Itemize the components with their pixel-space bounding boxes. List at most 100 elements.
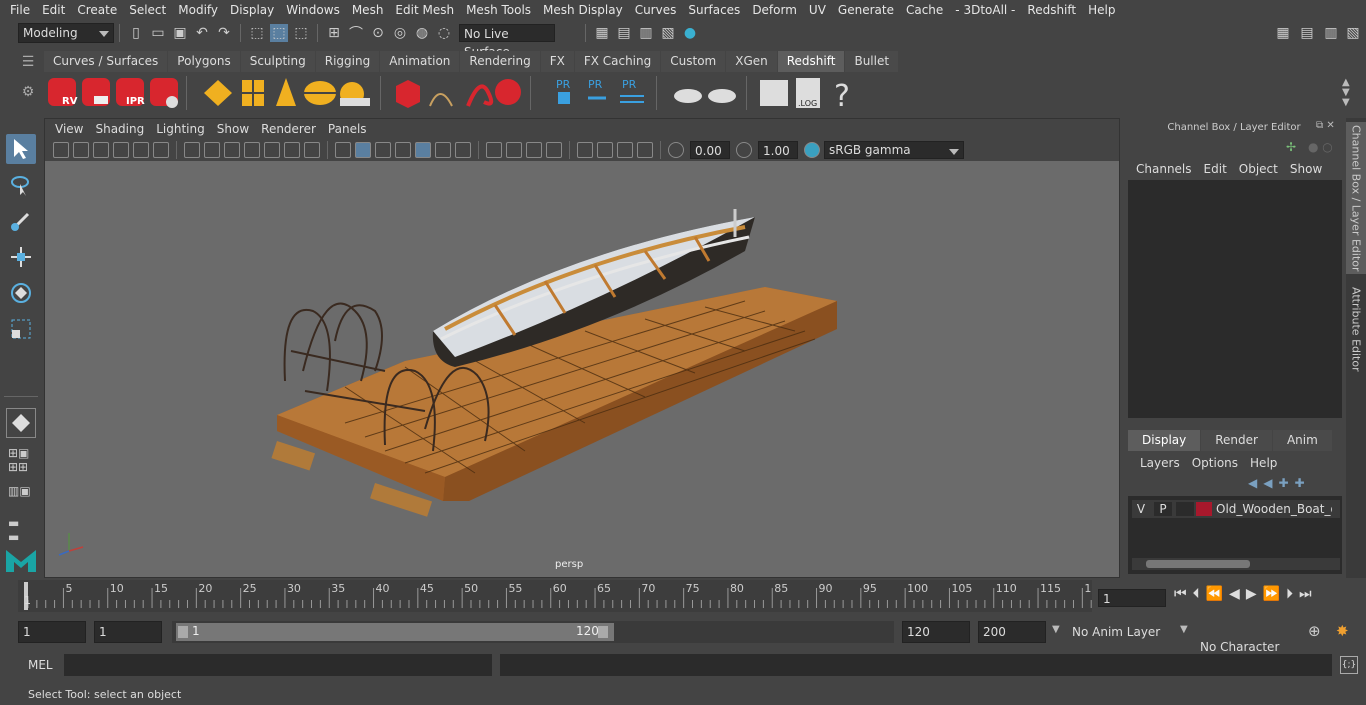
- chevron-down-icon[interactable]: ▼: [1180, 624, 1188, 635]
- range-bar[interactable]: [176, 623, 614, 641]
- channel-menu-1[interactable]: Edit: [1198, 162, 1233, 176]
- play-forward-icon[interactable]: ▶: [1246, 586, 1257, 602]
- wireframe-on-shaded-icon[interactable]: [395, 142, 411, 158]
- layer-tab-2[interactable]: Anim: [1272, 430, 1332, 451]
- menu-item-8[interactable]: Edit Mesh: [389, 3, 460, 17]
- anim-layer-dropdown[interactable]: No Anim Layer: [1068, 621, 1178, 643]
- proxy-cube-icon[interactable]: [396, 80, 420, 108]
- menu-item-3[interactable]: Select: [123, 3, 172, 17]
- menu-item-6[interactable]: Windows: [280, 3, 346, 17]
- anti-aliasing-icon[interactable]: [526, 142, 542, 158]
- tab-channel-box[interactable]: Channel Box / Layer Editor: [1346, 122, 1366, 274]
- snap-curve-icon[interactable]: ⌒: [347, 24, 365, 42]
- channel-menu-2[interactable]: Object: [1233, 162, 1284, 176]
- layer-visibility[interactable]: V: [1132, 502, 1150, 516]
- range-handle-end[interactable]: [598, 626, 608, 638]
- live-surface-field[interactable]: No Live Surface: [459, 24, 555, 59]
- gamma-field[interactable]: 1.00: [758, 141, 798, 159]
- gear-icon[interactable]: ⚙: [18, 84, 38, 100]
- menu-item-13[interactable]: Deform: [746, 3, 803, 17]
- tab-attribute-editor[interactable]: Attribute Editor: [1346, 284, 1366, 374]
- menu-item-0[interactable]: File: [4, 3, 36, 17]
- render-frame-icon[interactable]: ▤: [615, 24, 633, 42]
- menu-item-5[interactable]: Display: [224, 3, 280, 17]
- end-time-field[interactable]: 200: [978, 621, 1046, 643]
- shelf-tab-5[interactable]: Rendering: [460, 51, 540, 72]
- wireframe-icon[interactable]: [335, 142, 351, 158]
- viewport-menu-2[interactable]: Lighting: [150, 122, 211, 136]
- layer-tab-0[interactable]: Display: [1128, 430, 1201, 451]
- render-settings-icon[interactable]: ▦: [593, 24, 611, 42]
- proxy-import-icon[interactable]: PR: [588, 78, 606, 100]
- image-plane-icon[interactable]: [113, 142, 129, 158]
- curve-icon[interactable]: [466, 84, 494, 107]
- textured-icon[interactable]: [415, 142, 431, 158]
- snap-point-icon[interactable]: ⊙: [369, 24, 387, 42]
- smooth-shade-icon[interactable]: [355, 142, 371, 158]
- chevron-down-icon[interactable]: ▼: [1052, 624, 1060, 635]
- layer-playback[interactable]: P: [1154, 502, 1172, 516]
- scale-tool-icon[interactable]: [6, 314, 36, 344]
- viewport-menu-3[interactable]: Show: [211, 122, 255, 136]
- menu-item-11[interactable]: Curves: [629, 3, 683, 17]
- go-to-end-icon[interactable]: ⏭: [1299, 586, 1312, 602]
- layout-outliner-icon[interactable]: ▬ ▬: [8, 516, 19, 544]
- rv-render-icon[interactable]: RV: [48, 78, 78, 107]
- shadows-icon[interactable]: [455, 142, 471, 158]
- play-backward-icon[interactable]: ◀: [1229, 586, 1240, 602]
- select-tool-icon[interactable]: [6, 134, 36, 164]
- ambient-occlusion-icon[interactable]: [486, 142, 502, 158]
- menu-item-1[interactable]: Edit: [36, 3, 71, 17]
- menu-item-17[interactable]: - 3DtoAll -: [949, 3, 1021, 17]
- live-surface-icon[interactable]: ◌: [435, 24, 453, 42]
- command-input[interactable]: [64, 654, 492, 676]
- mode-dropdown[interactable]: Modeling: [18, 23, 114, 43]
- layer-menu-1[interactable]: Options: [1186, 456, 1244, 470]
- layer-color-swatch[interactable]: [1196, 502, 1212, 516]
- menu-item-4[interactable]: Modify: [172, 3, 224, 17]
- step-back-icon[interactable]: ⏴: [1193, 586, 1200, 602]
- help-icon[interactable]: ?: [834, 79, 850, 114]
- shelf-tab-6[interactable]: FX: [540, 51, 574, 72]
- isolate-select-icon[interactable]: [577, 142, 593, 158]
- use-lights-icon[interactable]: [435, 142, 451, 158]
- select-component-icon[interactable]: ⬚: [292, 24, 310, 42]
- grid-light-icon[interactable]: [242, 80, 264, 106]
- gate-mask-icon[interactable]: [244, 142, 260, 158]
- shelf-tab-2[interactable]: Sculpting: [240, 51, 315, 72]
- shelf-tab-11[interactable]: Bullet: [845, 51, 899, 72]
- log-icon[interactable]: .LOG: [796, 78, 820, 108]
- motion-blur-icon[interactable]: [506, 142, 522, 158]
- shelf-tab-8[interactable]: Custom: [661, 51, 726, 72]
- snap-view-icon[interactable]: ◎: [391, 24, 409, 42]
- menu-icon[interactable]: ☰: [18, 54, 38, 70]
- scroll-thumb[interactable]: [1146, 560, 1250, 568]
- range-slider[interactable]: 1 120: [172, 621, 894, 643]
- snap-grid-icon[interactable]: ⊞: [325, 24, 343, 42]
- proxy-swap-icon[interactable]: PR: [620, 78, 644, 103]
- layer-type[interactable]: [1176, 502, 1194, 516]
- material-blend-icon[interactable]: [708, 89, 736, 103]
- viewport-menu-5[interactable]: Panels: [322, 122, 373, 136]
- viewport-menu-1[interactable]: Shading: [89, 122, 150, 136]
- auto-key-icon[interactable]: ⊕: [1308, 622, 1321, 640]
- last-tool-icon[interactable]: [6, 408, 36, 438]
- modeling-toolkit-icon[interactable]: ▤: [1298, 24, 1316, 42]
- safe-title-icon[interactable]: [304, 142, 320, 158]
- toggle-icons[interactable]: ● ○: [1308, 140, 1333, 154]
- menu-item-19[interactable]: Help: [1082, 3, 1121, 17]
- attribute-editor-toggle-icon[interactable]: ▥: [1322, 24, 1340, 42]
- two-d-pan-icon[interactable]: [153, 142, 169, 158]
- camera-select-icon[interactable]: [53, 142, 69, 158]
- range-handle-start[interactable]: [178, 626, 188, 638]
- undo-icon[interactable]: ↶: [193, 24, 211, 42]
- command-language[interactable]: MEL: [28, 658, 53, 672]
- open-scene-icon[interactable]: ▭: [149, 24, 167, 42]
- layer-name[interactable]: Old_Wooden_Boat_on: [1216, 502, 1332, 516]
- float-close-icons[interactable]: ⧉ ✕: [1316, 120, 1335, 131]
- default-material-icon[interactable]: [375, 142, 391, 158]
- layer-menu-2[interactable]: Help: [1244, 456, 1283, 470]
- rotate-tool-icon[interactable]: [6, 278, 36, 308]
- exposure-field[interactable]: 0.00: [690, 141, 730, 159]
- step-forward-key-icon[interactable]: ⏩: [1263, 586, 1280, 602]
